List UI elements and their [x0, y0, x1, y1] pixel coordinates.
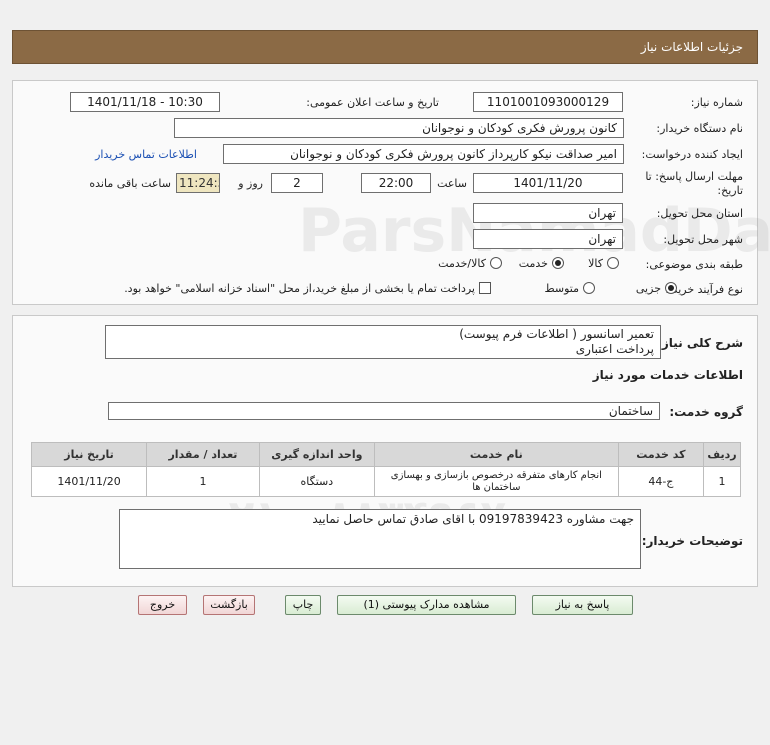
general-desc-line2: پرداخت اعتباری	[575, 342, 654, 356]
general-desc-line1: تعمیر اسانسور ( اطلاعات فرم پیوست)	[459, 327, 654, 341]
exit-button[interactable]: خروج	[138, 595, 187, 615]
category-option-service[interactable]: خدمت	[515, 256, 564, 270]
buyer-org-field[interactable]: کانون پرورش فکری کودکان و نوجوانان	[174, 118, 624, 138]
goods-radio[interactable]	[607, 257, 619, 269]
page-header: جزئیات اطلاعات نیاز	[12, 30, 758, 64]
table-header-row: ردیف کد خدمت نام خدمت واحد اندازه گیری ت…	[30, 442, 742, 467]
purchase-option-medium[interactable]: متوسط	[540, 281, 595, 295]
col-header-quantity: تعداد / مقدار	[146, 442, 260, 467]
col-header-unit: واحد اندازه گیری	[258, 442, 375, 467]
city-label: شهر محل تحویل:	[663, 233, 743, 246]
need-summary-panel: ۰۲۱ - ۸۸۳۴۹۶۷۰ شرح کلی نیاز: تعمیر اسانس…	[12, 315, 758, 587]
goods-service-radio[interactable]	[490, 257, 502, 269]
medium-radio[interactable]	[583, 282, 595, 294]
reply-to-need-button[interactable]: پاسخ به نیاز	[532, 595, 633, 615]
general-desc-label: شرح کلی نیاز:	[657, 336, 743, 350]
need-number-label: شماره نیاز:	[690, 96, 743, 109]
view-attachments-button[interactable]: مشاهده مدارک پیوستی (1)	[337, 595, 516, 615]
requester-label: ایجاد کننده درخواست:	[641, 148, 743, 161]
treasury-payment-option[interactable]: پرداخت تمام یا بخشی از مبلغ خرید،از محل …	[120, 281, 491, 295]
requester-field[interactable]: امیر صداقت نیکو کارپرداز کانون پرورش فکر…	[223, 144, 624, 164]
back-button[interactable]: بازگشت	[203, 595, 255, 615]
buyer-notes-field[interactable]: جهت مشاوره 09197839423 با اقای صادق تماس…	[119, 509, 641, 569]
category-option-goods-service[interactable]: کالا/خدمت	[434, 256, 502, 270]
buyer-notes-label: توضیحات خریدار:	[641, 534, 743, 548]
col-header-service-name: نام خدمت	[373, 442, 619, 467]
service-radio[interactable]	[552, 257, 564, 269]
cell-need-date: 1401/11/20	[30, 466, 148, 497]
service-group-field[interactable]: ساختمان	[108, 402, 660, 420]
cell-quantity: 1	[146, 466, 260, 497]
treasury-checkbox[interactable]	[479, 282, 491, 294]
col-header-row-number: ردیف	[702, 442, 742, 467]
cell-service-name: انجام کارهای متفرقه درخصوص بازسازی و بهس…	[373, 466, 619, 497]
print-button[interactable]: چاپ	[285, 595, 321, 615]
page-title: جزئیات اطلاعات نیاز	[640, 40, 743, 54]
days-remaining-field[interactable]: 2	[271, 173, 323, 193]
buyer-org-label: نام دستگاه خریدار:	[656, 122, 743, 135]
col-header-service-code: کد خدمت	[617, 442, 704, 467]
category-label: طبقه بندی موضوعی:	[645, 258, 743, 271]
deadline-label: مهلت ارسال پاسخ: تا	[645, 170, 743, 183]
province-label: استان محل تحویل:	[656, 207, 743, 220]
table-row[interactable]: 1 ج-44 انجام کارهای متفرقه درخصوص بازساز…	[30, 466, 742, 497]
days-label: روز و	[238, 177, 263, 190]
announce-date-field[interactable]: 1401/11/18 - 10:30	[70, 92, 220, 112]
col-header-need-date: تاریخ نیاز	[30, 442, 148, 467]
deadline-date-label: تاریخ:	[717, 184, 743, 197]
cell-service-code: ج-44	[617, 466, 704, 497]
need-details-panel: ParsNamadData شماره نیاز: 11010010930001…	[12, 80, 770, 305]
deadline-time-field[interactable]: 22:00	[361, 173, 431, 193]
services-section-title: اطلاعات خدمات مورد نیاز	[592, 368, 743, 382]
purchase-option-minor[interactable]: جزیی	[632, 281, 677, 295]
announce-date-label: تاریخ و ساعت اعلان عمومی:	[306, 96, 439, 109]
minor-radio[interactable]	[665, 282, 677, 294]
buyer-contact-link[interactable]: اطلاعات تماس خریدار	[95, 148, 197, 161]
need-number-field[interactable]: 1101001093000129	[473, 92, 623, 112]
remaining-time-field: 11:24:53	[176, 173, 220, 193]
services-table: ردیف کد خدمت نام خدمت واحد اندازه گیری ت…	[30, 442, 742, 497]
remaining-time-label: ساعت باقی مانده	[89, 177, 171, 190]
deadline-date-field[interactable]: 1401/11/20	[473, 173, 623, 193]
province-field[interactable]: تهران	[473, 203, 623, 223]
city-field[interactable]: تهران	[473, 229, 623, 249]
category-option-goods[interactable]: کالا	[584, 256, 619, 270]
service-group-label: گروه خدمت:	[669, 405, 743, 419]
cell-unit: دستگاه	[258, 466, 375, 497]
general-desc-field[interactable]: تعمیر اسانسور ( اطلاعات فرم پیوست) پرداخ…	[105, 325, 661, 359]
deadline-time-label: ساعت	[437, 177, 467, 190]
cell-row-number: 1	[702, 466, 742, 497]
